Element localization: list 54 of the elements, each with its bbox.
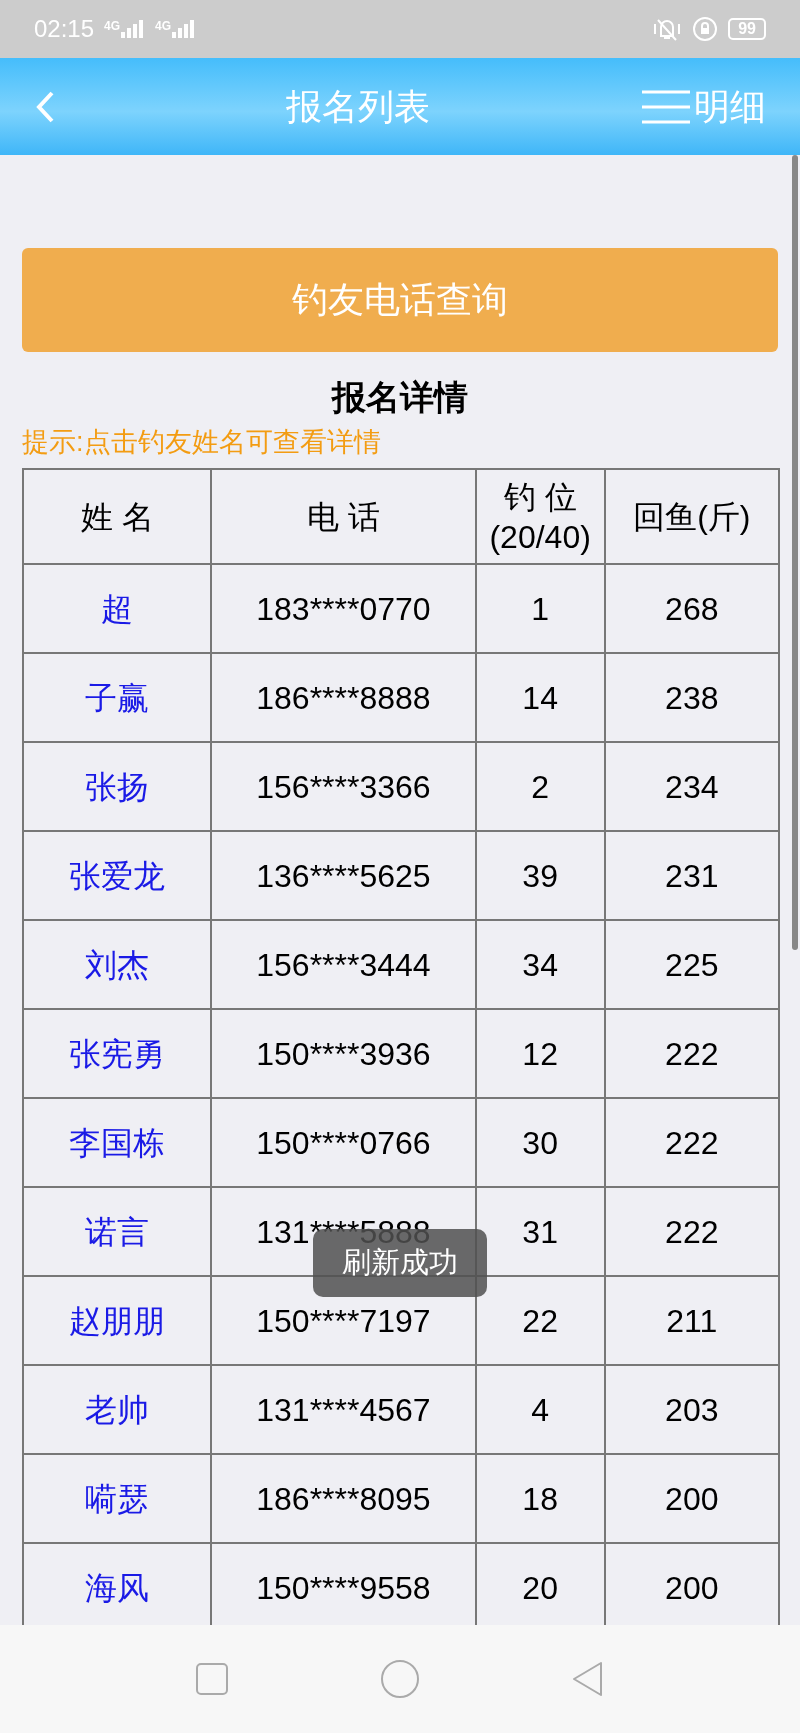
fish-cell: 238 xyxy=(604,653,779,742)
section-title: 报名详情 xyxy=(330,377,469,418)
name-link[interactable]: 张扬 xyxy=(23,742,212,831)
name-link[interactable]: 张爱龙 xyxy=(23,831,212,920)
phone-cell: 156****3444 xyxy=(211,920,476,1009)
home-icon[interactable] xyxy=(380,1659,420,1699)
phone-cell: 136****5625 xyxy=(211,831,476,920)
signal-icon xyxy=(172,20,197,38)
phone-cell: 186****8095 xyxy=(211,1454,476,1543)
spot-cell: 30 xyxy=(475,1098,605,1187)
fish-cell: 203 xyxy=(604,1365,779,1454)
name-link[interactable]: 老帅 xyxy=(23,1365,212,1454)
spot-cell: 14 xyxy=(475,653,605,742)
name-link[interactable]: 赵朋朋 xyxy=(23,1276,212,1365)
column-header: 回鱼(斤) xyxy=(604,469,779,564)
name-link[interactable]: 子赢 xyxy=(23,653,212,742)
fish-cell: 222 xyxy=(604,1187,779,1276)
back-icon[interactable] xyxy=(570,1660,605,1698)
lock-rotation-icon xyxy=(692,16,719,42)
name-link[interactable]: 嗬瑟 xyxy=(23,1454,212,1543)
menu-icon xyxy=(642,89,690,124)
fish-cell: 211 xyxy=(604,1276,779,1365)
column-header: 钓 位 (20/40) xyxy=(475,469,605,564)
phone-cell: 186****8888 xyxy=(211,653,476,742)
spot-cell: 1 xyxy=(475,564,605,653)
spot-cell: 34 xyxy=(475,920,605,1009)
phone-cell: 150****0766 xyxy=(211,1098,476,1187)
fish-cell: 222 xyxy=(604,1098,779,1187)
column-header: 电 话 xyxy=(211,469,476,564)
spot-cell: 2 xyxy=(475,742,605,831)
recent-apps-icon[interactable] xyxy=(195,1662,230,1696)
column-header: 姓 名 xyxy=(23,469,212,564)
page-title: 报名列表 xyxy=(285,84,431,129)
spot-cell: 18 xyxy=(475,1454,605,1543)
name-link[interactable]: 张宪勇 xyxy=(23,1009,212,1098)
spot-cell: 39 xyxy=(475,831,605,920)
phone-cell: 131****4567 xyxy=(211,1365,476,1454)
name-link[interactable]: 诺言 xyxy=(23,1187,212,1276)
name-link[interactable]: 李国栋 xyxy=(23,1098,212,1187)
fish-cell: 200 xyxy=(604,1454,779,1543)
phone-cell: 156****3366 xyxy=(211,742,476,831)
fish-cell: 231 xyxy=(604,831,779,920)
fish-cell: 234 xyxy=(604,742,779,831)
fish-cell: 225 xyxy=(604,920,779,1009)
hint-text: 提示:点击钓友姓名可查看详情 xyxy=(22,426,382,459)
signal-icon xyxy=(121,20,146,38)
fish-cell: 222 xyxy=(604,1009,779,1098)
spot-cell: 4 xyxy=(475,1365,605,1454)
name-link[interactable]: 超 xyxy=(23,564,212,653)
fish-cell: 268 xyxy=(604,564,779,653)
phone-cell: 150****3936 xyxy=(211,1009,476,1098)
spot-cell: 12 xyxy=(475,1009,605,1098)
name-link[interactable]: 刘杰 xyxy=(23,920,212,1009)
phone-cell: 183****0770 xyxy=(211,564,476,653)
